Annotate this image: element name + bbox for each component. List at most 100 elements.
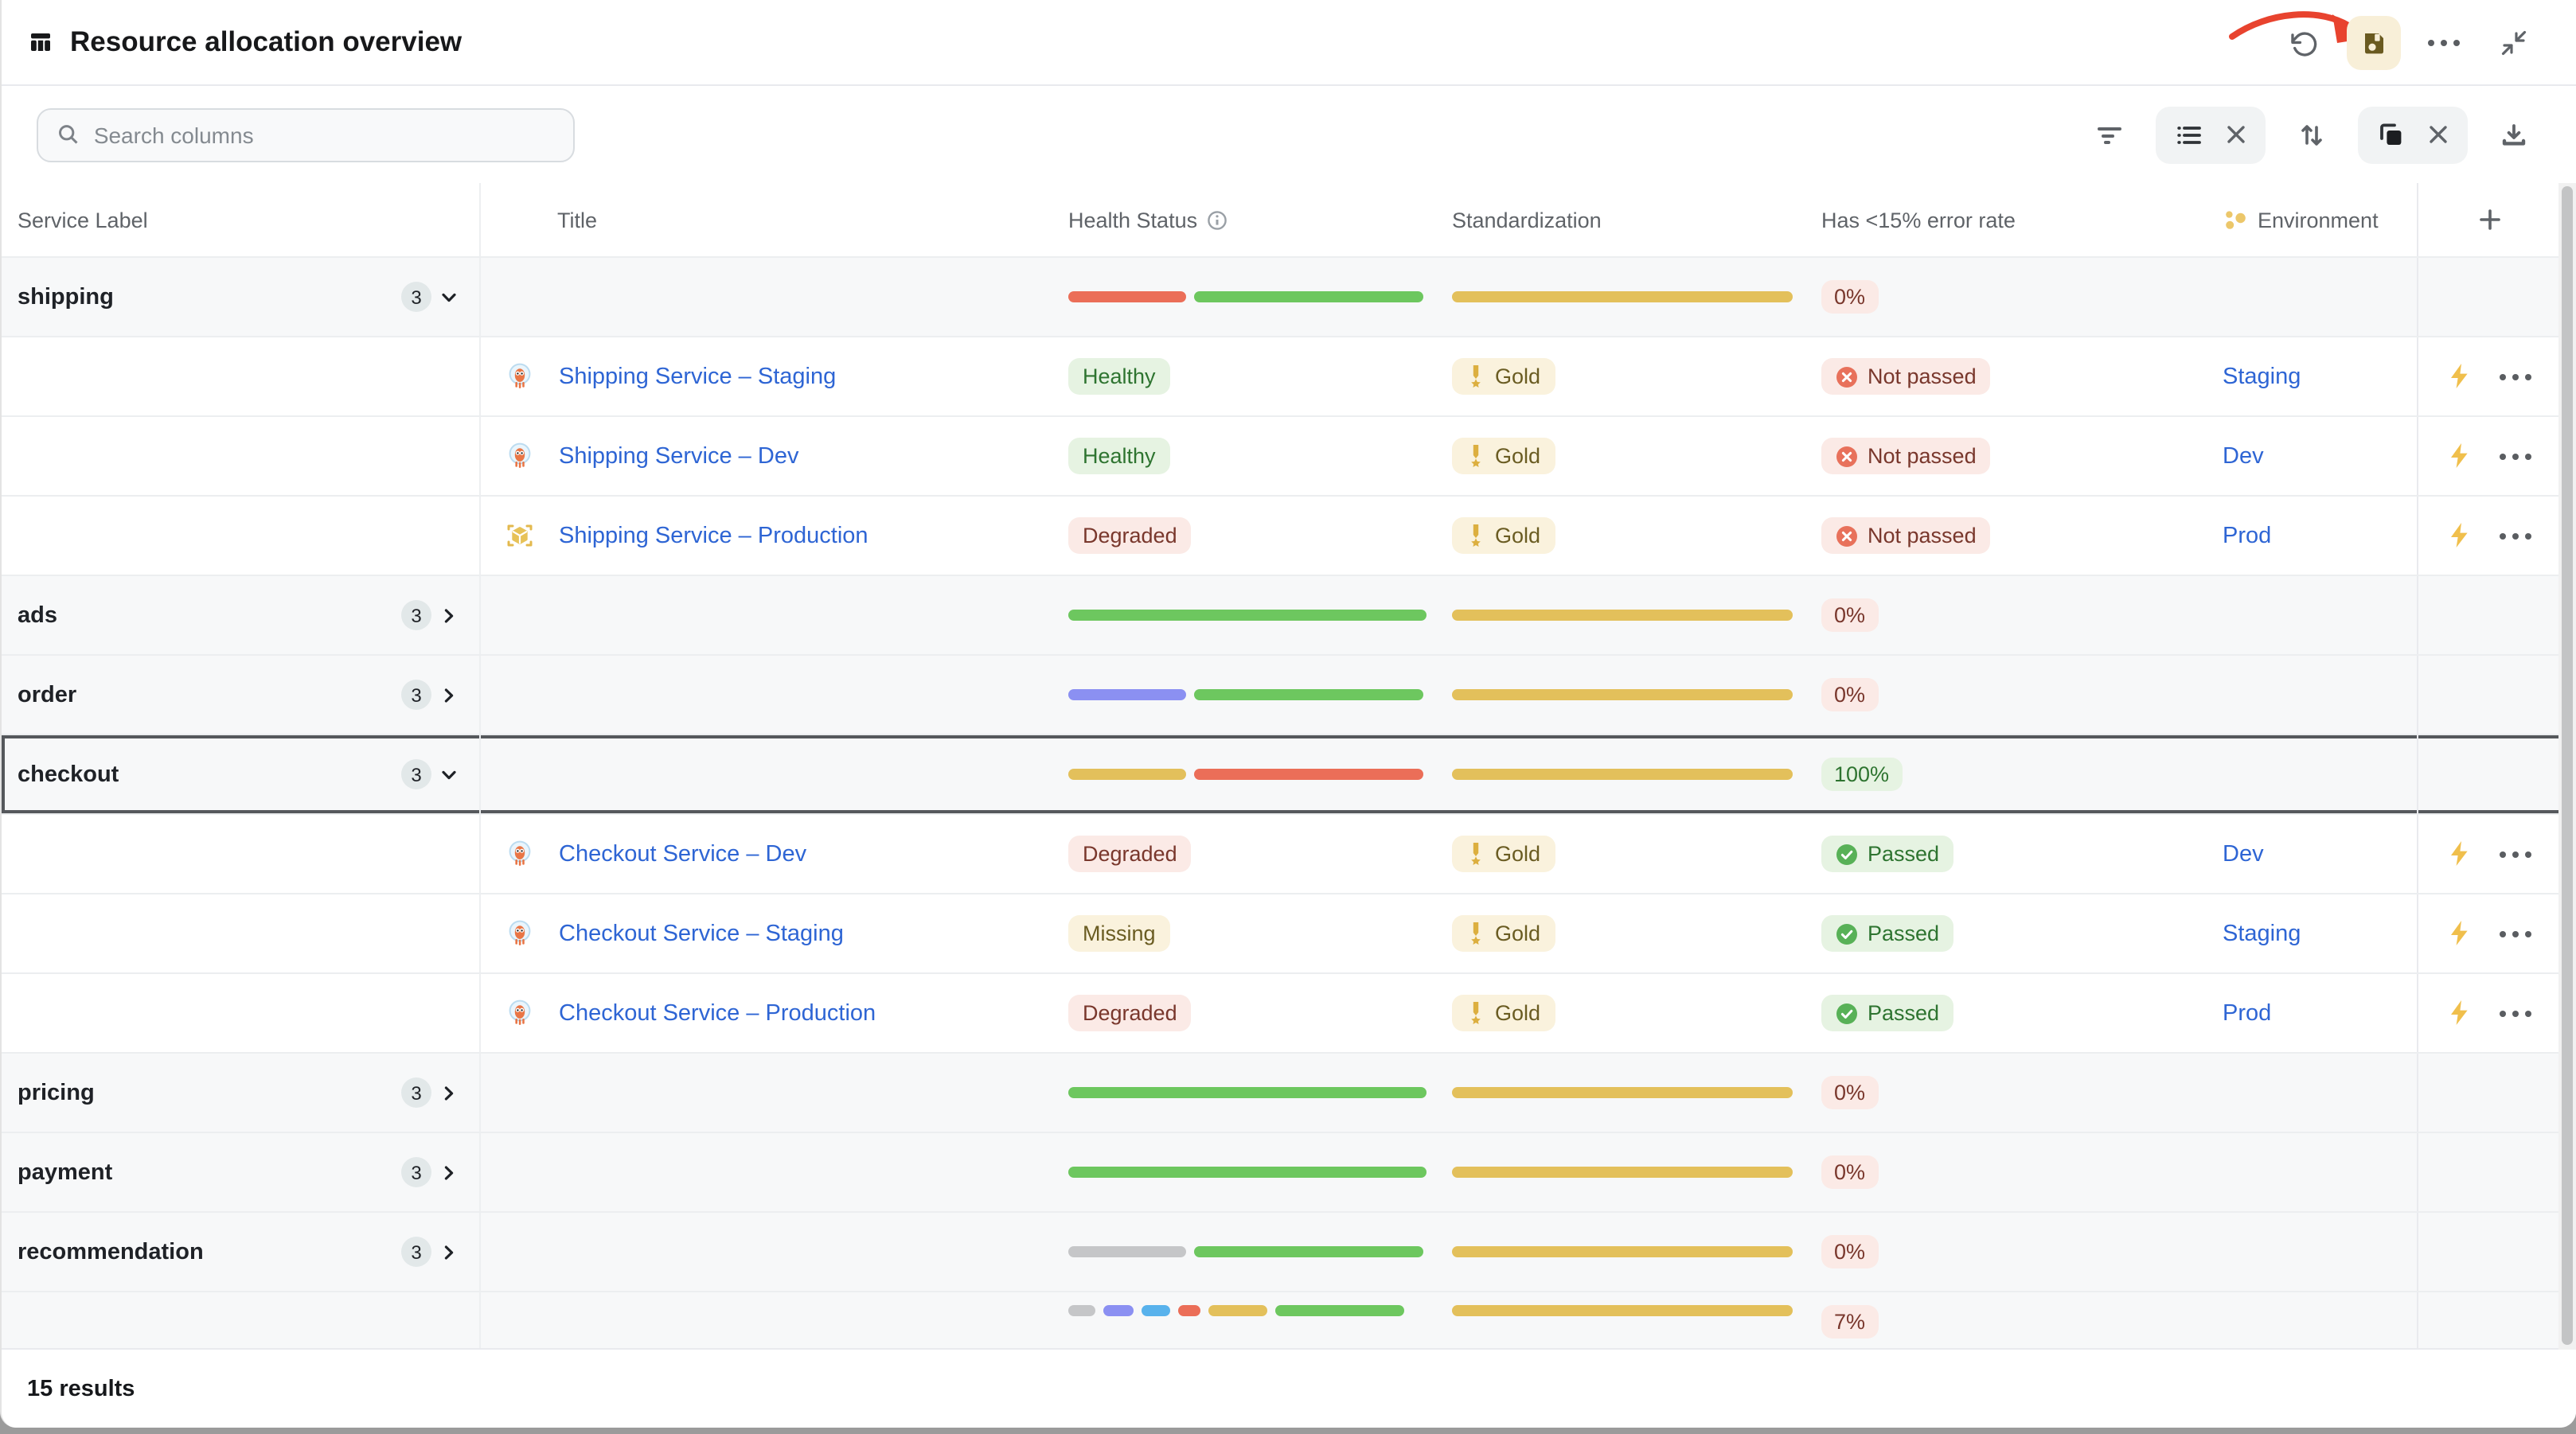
scrollbar-thumb[interactable] <box>2562 186 2573 1345</box>
health-distribution-bar <box>1068 610 1427 621</box>
health-distribution-bar <box>1068 689 1427 700</box>
search-input[interactable] <box>94 122 554 147</box>
close-icon <box>2428 124 2449 145</box>
collapse-window-button[interactable] <box>2487 16 2541 70</box>
column-header-standardization[interactable]: Standardization <box>1442 183 1809 256</box>
service-title-link[interactable]: Shipping Service – Staging <box>559 364 836 389</box>
chevron-icon[interactable] <box>431 1242 466 1261</box>
error-rate-percent-badge: 0% <box>1821 678 1878 711</box>
cross-circle-icon <box>1836 524 1858 547</box>
medal-icon <box>1466 524 1485 547</box>
row-menu-button[interactable] <box>2500 930 2531 937</box>
error-rate-percent-badge: 7% <box>1821 1305 1878 1339</box>
group-row[interactable]: recommendation 3 0% <box>2 1213 2576 1292</box>
chevron-icon[interactable] <box>431 1083 466 1102</box>
environment-link[interactable]: Staging <box>2223 921 2301 946</box>
chevron-icon[interactable] <box>431 685 466 704</box>
download-button[interactable] <box>2487 107 2541 162</box>
page-title: Resource allocation overview <box>70 25 462 59</box>
error-rate-percent-badge: 0% <box>1821 280 1878 314</box>
table-toolbar <box>2 86 2576 183</box>
table-icon <box>27 29 54 56</box>
standardization-distribution-bar <box>1452 1246 1793 1257</box>
lightning-icon[interactable] <box>2447 522 2471 549</box>
add-column-button[interactable] <box>2417 183 2560 256</box>
service-row[interactable]: Shipping Service – Production Degraded G… <box>2 497 2576 576</box>
environment-link[interactable]: Prod <box>2223 523 2271 548</box>
service-title-link[interactable]: Checkout Service – Dev <box>559 841 806 867</box>
group-count-badge: 3 <box>401 1237 431 1267</box>
service-row[interactable]: Checkout Service – Dev Degraded Gold <box>2 815 2576 894</box>
group-row[interactable]: shipping 3 0% <box>2 258 2576 337</box>
row-menu-button[interactable] <box>2500 532 2531 539</box>
column-header-title[interactable]: Title <box>479 183 1052 256</box>
service-title-link[interactable]: Shipping Service – Dev <box>559 443 798 469</box>
info-icon[interactable] <box>1207 209 1228 230</box>
group-row[interactable]: 7% <box>2 1292 2576 1348</box>
vertical-scrollbar[interactable] <box>2558 183 2576 1350</box>
save-button[interactable] <box>2347 16 2401 70</box>
lightning-icon[interactable] <box>2447 363 2471 390</box>
chevron-icon[interactable] <box>431 765 466 784</box>
more-options-button[interactable] <box>2417 16 2471 70</box>
group-row[interactable]: order 3 0% <box>2 656 2576 735</box>
column-header-error-rate[interactable]: Has <15% error rate <box>1809 183 2215 256</box>
medal-icon <box>1466 364 1485 388</box>
service-row[interactable]: Shipping Service – Dev Healthy Gold <box>2 417 2576 497</box>
group-count-badge: 3 <box>401 1077 431 1108</box>
column-header-environment[interactable]: Environment <box>2215 183 2417 256</box>
health-distribution-bar <box>1068 291 1427 302</box>
lightning-icon[interactable] <box>2447 1000 2471 1027</box>
service-title-link[interactable]: Checkout Service – Staging <box>559 921 844 946</box>
service-row[interactable]: Checkout Service – Production Degraded G… <box>2 974 2576 1054</box>
service-row[interactable]: Shipping Service – Staging Healthy Gold <box>2 337 2576 417</box>
standardization-badge: Gold <box>1452 438 1555 474</box>
standardization-distribution-bar <box>1452 610 1793 621</box>
octopus-service-icon <box>506 840 533 867</box>
row-menu-button[interactable] <box>2500 851 2531 857</box>
environment-link[interactable]: Dev <box>2223 443 2264 469</box>
clear-view-button[interactable] <box>2226 124 2246 145</box>
list-icon <box>2175 120 2203 149</box>
environment-link[interactable]: Staging <box>2223 364 2301 389</box>
error-rate-badge: Not passed <box>1821 358 1991 395</box>
download-icon <box>2500 120 2528 149</box>
health-distribution-bar <box>1068 1087 1427 1098</box>
column-header-service-label[interactable]: Service Label <box>2 183 479 256</box>
filter-button[interactable] <box>2082 107 2137 162</box>
lightning-icon[interactable] <box>2447 840 2471 867</box>
error-rate-badge: Passed <box>1821 915 1953 952</box>
cross-circle-icon <box>1836 445 1858 467</box>
chevron-icon[interactable] <box>431 1163 466 1182</box>
lightning-icon[interactable] <box>2447 920 2471 947</box>
medal-icon <box>1466 444 1485 468</box>
chevron-icon[interactable] <box>431 606 466 625</box>
list-view-button[interactable] <box>2175 120 2203 149</box>
service-title-link[interactable]: Checkout Service – Production <box>559 1000 876 1026</box>
undo-button[interactable] <box>2277 16 2331 70</box>
clear-group-button[interactable] <box>2428 124 2449 145</box>
group-row[interactable]: pricing 3 0% <box>2 1054 2576 1133</box>
search-box[interactable] <box>37 107 575 162</box>
group-row[interactable]: checkout 3 100% <box>2 735 2576 815</box>
chevron-icon[interactable] <box>431 287 466 306</box>
group-label: shipping <box>18 284 114 310</box>
row-menu-button[interactable] <box>2500 1010 2531 1016</box>
sort-button[interactable] <box>2285 107 2339 162</box>
group-row[interactable]: ads 3 0% <box>2 576 2576 656</box>
row-menu-button[interactable] <box>2500 453 2531 459</box>
health-distribution-bar <box>1068 1167 1427 1178</box>
column-header-health-status[interactable]: Health Status <box>1052 183 1442 256</box>
health-status-badge: Missing <box>1068 915 1170 952</box>
service-row[interactable]: Checkout Service – Staging Missing Gold <box>2 894 2576 974</box>
service-title-link[interactable]: Shipping Service – Production <box>559 523 868 548</box>
group-count-badge: 3 <box>401 282 431 312</box>
row-menu-button[interactable] <box>2500 373 2531 380</box>
environment-link[interactable]: Dev <box>2223 841 2264 867</box>
lightning-icon[interactable] <box>2447 442 2471 470</box>
environment-link[interactable]: Prod <box>2223 1000 2271 1026</box>
group-label: pricing <box>18 1080 95 1105</box>
group-row[interactable]: payment 3 0% <box>2 1133 2576 1213</box>
error-rate-percent-badge: 0% <box>1821 1235 1878 1268</box>
group-copy-button[interactable] <box>2377 120 2406 149</box>
